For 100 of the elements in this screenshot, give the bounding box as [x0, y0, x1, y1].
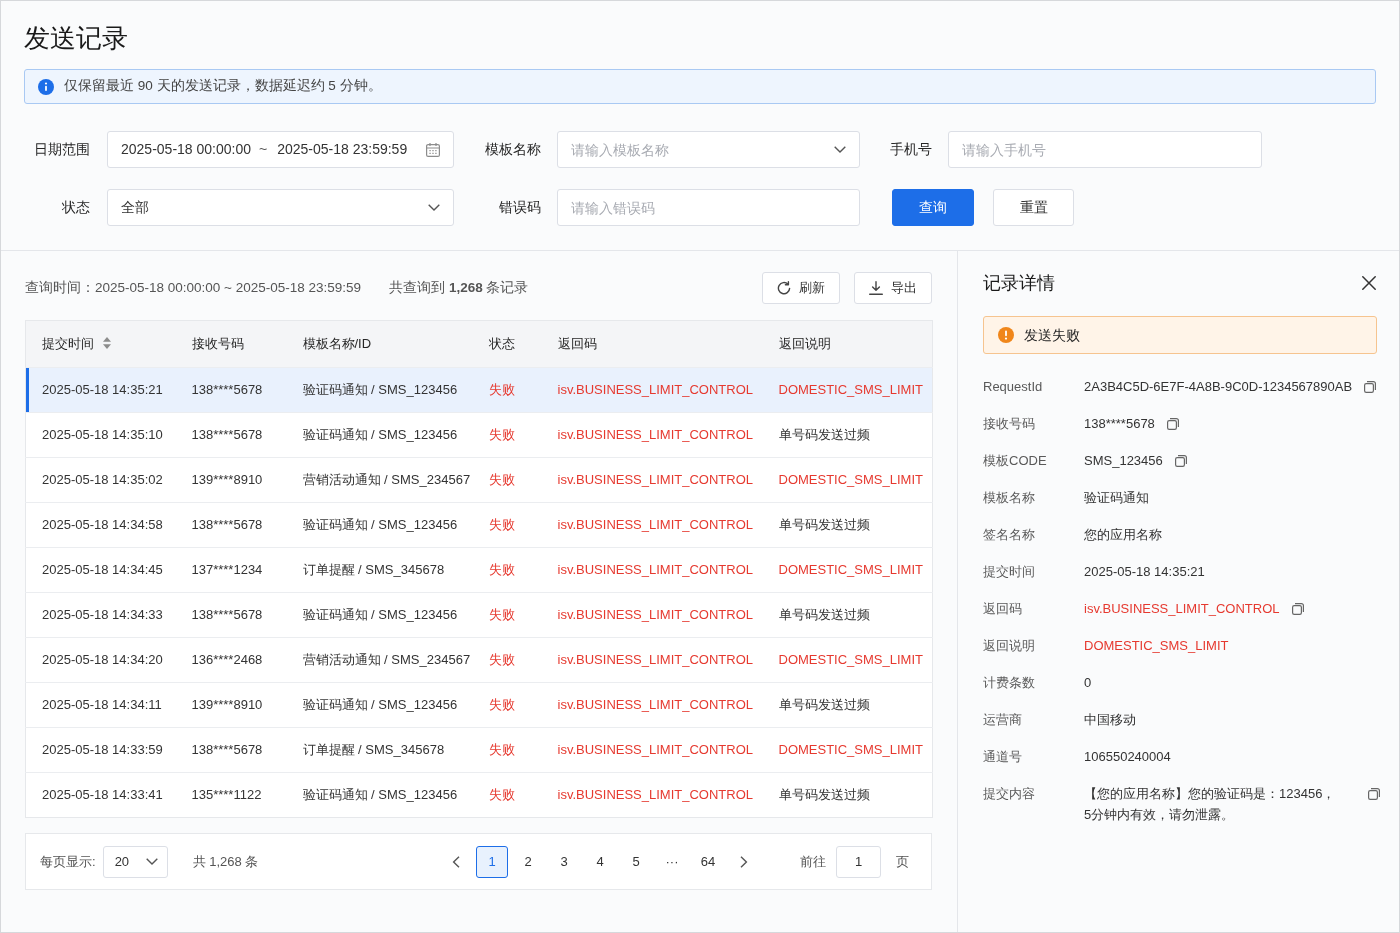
table-cell: 135****1122	[175, 772, 287, 818]
table-cell: 136****2468	[175, 637, 287, 683]
export-button[interactable]: 导出	[854, 272, 932, 304]
table-cell: DOMESTIC_SMS_LIMIT	[762, 367, 933, 413]
page-button[interactable]: 4	[584, 845, 616, 878]
chevron-down-icon	[145, 858, 158, 865]
table-cell: 2025-05-18 14:35:10	[25, 412, 176, 458]
refresh-button[interactable]: 刷新	[762, 272, 840, 304]
column-header: 提交时间	[42, 336, 94, 352]
reset-button[interactable]: 重置	[993, 189, 1074, 226]
table-cell: 137****1234	[175, 547, 287, 593]
table-cell: 2025-05-18 14:34:58	[25, 502, 176, 548]
detail-value: 2A3B4C5D-6E7F-4A8B-9C0D-1234567890AB	[1084, 379, 1353, 394]
page-size-select[interactable]: 20	[102, 845, 168, 878]
table-cell: isv.BUSINESS_LIMIT_CONTROL	[541, 502, 763, 548]
table-cell: 单号码发送过频	[762, 772, 933, 818]
panel-title: 记录详情	[983, 272, 1055, 295]
close-button[interactable]	[1361, 275, 1377, 291]
detail-label: 计费条数	[983, 675, 1035, 690]
copy-icon[interactable]	[1368, 787, 1380, 800]
page-button[interactable]: 5	[620, 845, 652, 878]
detail-value: SMS_123456	[1084, 453, 1163, 468]
table-cell: 失败	[472, 502, 542, 548]
warning-icon	[998, 327, 1014, 343]
chevron-down-icon	[834, 146, 846, 153]
table-cell: 2025-05-18 14:35:21	[25, 367, 176, 413]
table-cell: 验证码通知 / SMS_123456	[286, 412, 473, 458]
table-cell: 失败	[472, 457, 542, 503]
detail-label: 模板名称	[983, 490, 1035, 505]
table-cell: 营销活动通知 / SMS_234567	[286, 637, 473, 683]
table-cell: 验证码通知 / SMS_123456	[286, 592, 473, 638]
select-field[interactable]: 全部	[107, 189, 454, 226]
calendar-icon	[426, 142, 440, 157]
copy-icon[interactable]	[1174, 454, 1187, 467]
table-cell: 失败	[472, 637, 542, 683]
range-separator: ~	[259, 140, 268, 159]
detail-label: 模板CODE	[983, 453, 1047, 468]
copy-icon[interactable]	[1364, 380, 1377, 393]
detail-label: 返回码	[983, 601, 1022, 616]
table-cell: 订单提醒 / SMS_345678	[286, 727, 473, 773]
detail-label: 通道号	[983, 749, 1022, 764]
result-count-text: 共查询到 1,268 条记录	[389, 278, 529, 297]
input-field[interactable]: 请输入手机号	[948, 131, 1262, 168]
table-cell: 2025-05-18 14:33:59	[25, 727, 176, 773]
table-cell: DOMESTIC_SMS_LIMIT	[762, 727, 933, 773]
table-cell: 失败	[472, 682, 542, 728]
date-range-picker[interactable]: 2025-05-18 00:00:00 ~ 2025-05-18 23:59:59	[107, 131, 454, 168]
query-button[interactable]: 查询	[892, 189, 974, 226]
detail-value: 2025-05-18 14:35:21	[1084, 564, 1205, 579]
page-number-field[interactable]: 1	[836, 845, 881, 878]
table-cell: DOMESTIC_SMS_LIMIT	[762, 547, 933, 593]
page-button[interactable]: 1	[476, 845, 508, 878]
column-header: 模板名称/ID	[302, 336, 372, 352]
table-cell: 138****5678	[175, 727, 287, 773]
table-cell: 2025-05-18 14:33:41	[25, 772, 176, 818]
table-cell: 失败	[472, 412, 542, 458]
field-label: 日期范围	[34, 140, 90, 159]
table-cell: 2025-05-18 14:34:45	[25, 547, 176, 593]
page-ellipsis: ···	[665, 852, 679, 871]
page-suffix-label: 页	[896, 852, 909, 871]
detail-value: 138****5678	[1084, 416, 1155, 431]
table-cell: DOMESTIC_SMS_LIMIT	[762, 637, 933, 683]
field-label: 状态	[62, 198, 90, 217]
field-label: 模板名称	[485, 140, 541, 159]
page-button[interactable]: 2	[512, 845, 544, 878]
select-field[interactable]: 请输入模板名称	[557, 131, 860, 168]
detail-value: 中国移动	[1084, 712, 1136, 727]
query-time-text: 查询时间：2025-05-18 00:00:00 ~ 2025-05-18 23:59:59	[25, 278, 362, 297]
copy-icon[interactable]	[1291, 602, 1304, 615]
detail-label: 提交内容	[983, 786, 1035, 801]
column-header: 状态	[488, 336, 515, 352]
sort-icon[interactable]	[103, 337, 111, 350]
detail-value: 106550240004	[1084, 749, 1171, 764]
copy-icon[interactable]	[1166, 417, 1179, 430]
input-field[interactable]: 请输入错误码	[557, 189, 860, 226]
table-cell: 2025-05-18 14:35:02	[25, 457, 176, 503]
banner-text: 仅保留最近 90 天的发送记录，数据延迟约 5 分钟。	[64, 77, 382, 96]
detail-value: 您的应用名称	[1084, 527, 1162, 542]
detail-label: 运营商	[983, 712, 1022, 727]
page-size-label: 每页显示:	[40, 852, 96, 871]
table-cell: 2025-05-18 14:34:11	[25, 682, 176, 728]
table-cell: isv.BUSINESS_LIMIT_CONTROL	[541, 547, 763, 593]
detail-value: 0	[1084, 675, 1092, 690]
detail-label: 返回说明	[983, 638, 1035, 653]
table-cell: isv.BUSINESS_LIMIT_CONTROL	[541, 367, 763, 413]
page-title: 发送记录	[24, 22, 128, 55]
start-date-field[interactable]: 2025-05-18 00:00:00	[121, 139, 255, 160]
table-cell: 订单提醒 / SMS_345678	[286, 547, 473, 593]
page-button[interactable]: 64	[692, 845, 724, 878]
table-cell: 验证码通知 / SMS_123456	[286, 367, 473, 413]
table-cell: isv.BUSINESS_LIMIT_CONTROL	[541, 637, 763, 683]
end-date-field[interactable]: 2025-05-18 23:59:59	[277, 139, 412, 160]
table-cell: isv.BUSINESS_LIMIT_CONTROL	[541, 682, 763, 728]
table-cell: 验证码通知 / SMS_123456	[286, 502, 473, 548]
table-cell: 138****5678	[175, 502, 287, 548]
table-cell: 验证码通知 / SMS_123456	[286, 682, 473, 728]
table-cell: 单号码发送过频	[762, 412, 933, 458]
page-button[interactable]: 3	[548, 845, 580, 878]
download-icon	[869, 281, 883, 295]
banner-text: 发送失败	[1024, 325, 1080, 345]
